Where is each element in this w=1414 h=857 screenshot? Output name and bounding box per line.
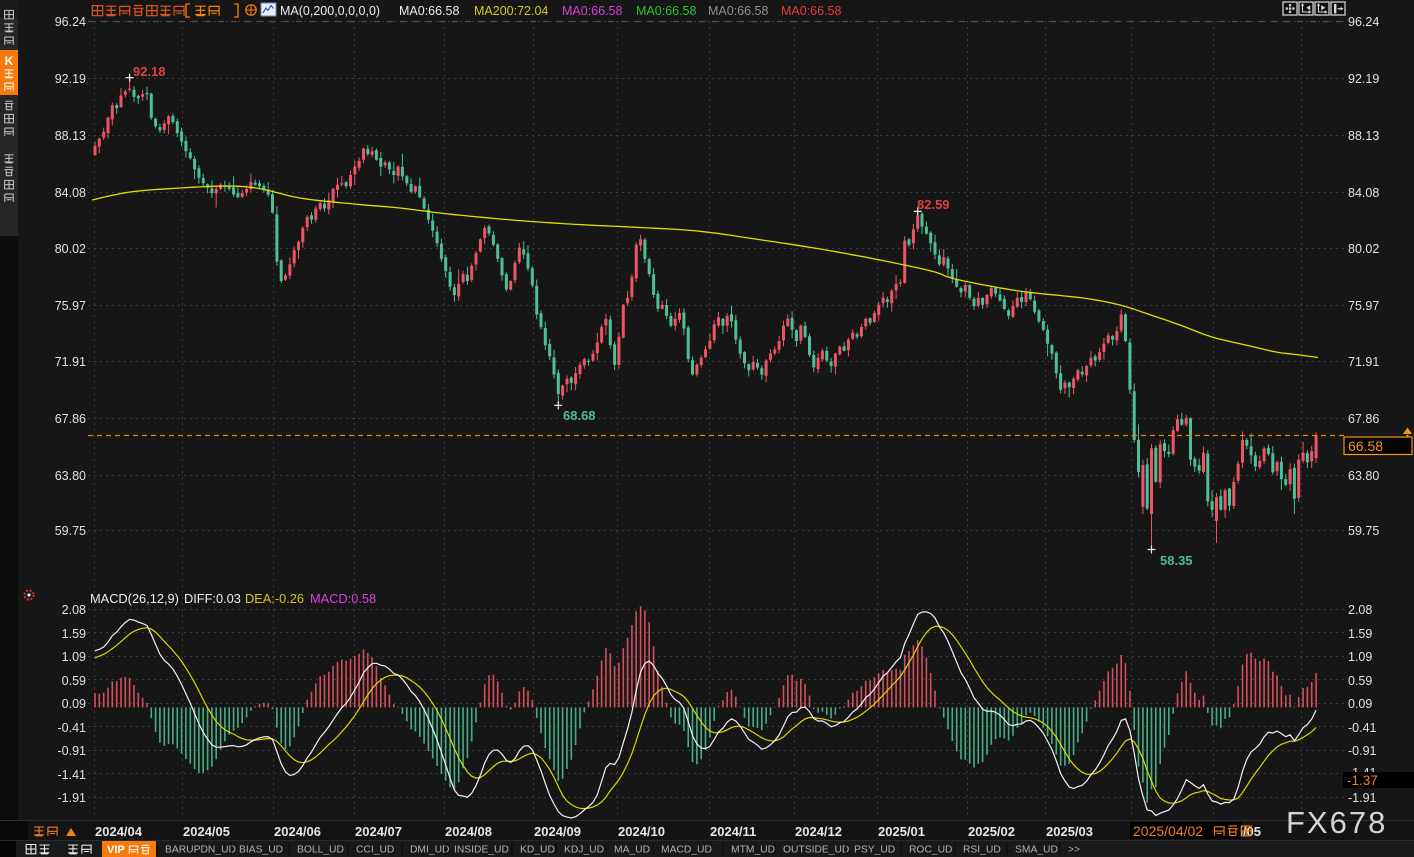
svg-text:MA0:66.58: MA0:66.58 [636, 4, 697, 18]
svg-text:96.24: 96.24 [55, 15, 86, 29]
svg-text:2025/04/02: 2025/04/02 [1133, 823, 1203, 839]
svg-text:MACD_UD: MACD_UD [661, 845, 712, 856]
svg-text:84.08: 84.08 [55, 186, 86, 200]
svg-text:VIP: VIP [107, 844, 125, 856]
svg-text:2024/08: 2024/08 [445, 824, 492, 839]
svg-text:82.59: 82.59 [917, 197, 950, 212]
svg-text:71.91: 71.91 [1348, 355, 1379, 369]
svg-text:63.80: 63.80 [1348, 469, 1379, 483]
svg-text:92.19: 92.19 [1348, 72, 1379, 86]
svg-text:0.59: 0.59 [1348, 674, 1372, 688]
svg-text:2025/03: 2025/03 [1046, 824, 1093, 839]
svg-text:INSIDE_UD: INSIDE_UD [454, 845, 509, 856]
svg-text:84.08: 84.08 [1348, 186, 1379, 200]
svg-text:59.75: 59.75 [55, 524, 86, 538]
svg-text:67.86: 67.86 [1348, 412, 1379, 426]
svg-text:MA(0,200,0,0,0,0): MA(0,200,0,0,0,0) [280, 4, 380, 18]
svg-text:71.91: 71.91 [55, 355, 86, 369]
svg-text:SMA_UD: SMA_UD [1015, 845, 1058, 856]
svg-text:K: K [5, 54, 14, 68]
svg-text:63.80: 63.80 [55, 469, 86, 483]
svg-text:KDJ_UD: KDJ_UD [564, 845, 604, 856]
svg-text:MA0:66.58: MA0:66.58 [399, 4, 460, 18]
svg-text:2.08: 2.08 [62, 603, 86, 617]
svg-text:1.59: 1.59 [62, 627, 86, 641]
svg-text:MA0:66.58: MA0:66.58 [708, 4, 769, 18]
svg-text:2025/02: 2025/02 [968, 824, 1015, 839]
svg-text:MA0:66.58: MA0:66.58 [562, 4, 623, 18]
svg-text:80.02: 80.02 [55, 242, 86, 256]
svg-text:96.24: 96.24 [1348, 15, 1379, 29]
svg-text:0.09: 0.09 [1348, 697, 1372, 711]
svg-text:DEA:-0.26: DEA:-0.26 [245, 591, 304, 606]
svg-text:1.09: 1.09 [62, 650, 86, 664]
svg-text:0.59: 0.59 [62, 674, 86, 688]
svg-text:2024/07: 2024/07 [355, 824, 402, 839]
svg-text:PSY_UD: PSY_UD [854, 845, 895, 856]
svg-text:2.08: 2.08 [1348, 603, 1372, 617]
svg-text:>>: >> [1068, 845, 1080, 856]
svg-text:DMI_UD: DMI_UD [410, 845, 449, 856]
svg-text:75.97: 75.97 [55, 299, 86, 313]
svg-text:75.97: 75.97 [1348, 299, 1379, 313]
svg-text:1.09: 1.09 [1348, 650, 1372, 664]
svg-text:MA0:66.58: MA0:66.58 [781, 4, 842, 18]
svg-text:MACD:0.58: MACD:0.58 [310, 591, 376, 606]
svg-text:MACD(26,12,9): MACD(26,12,9) [90, 591, 179, 606]
svg-text:-0.91: -0.91 [58, 744, 87, 758]
svg-text:-0.91: -0.91 [1348, 744, 1377, 758]
svg-text:-0.41: -0.41 [58, 721, 87, 735]
svg-text:MA200:72.04: MA200:72.04 [474, 4, 548, 18]
svg-text:88.13: 88.13 [1348, 129, 1379, 143]
svg-text:OUTSIDE_UD: OUTSIDE_UD [783, 845, 849, 856]
svg-text:2024/06: 2024/06 [274, 824, 321, 839]
svg-text:CCI_UD: CCI_UD [356, 845, 394, 856]
svg-text:66.58: 66.58 [1348, 438, 1383, 454]
svg-text:92.18: 92.18 [133, 64, 166, 79]
svg-text:92.19: 92.19 [55, 72, 86, 86]
svg-text:BOLL_UD: BOLL_UD [297, 845, 344, 856]
svg-text:MA_UD: MA_UD [614, 845, 650, 856]
svg-text:DIFF:0.03: DIFF:0.03 [184, 591, 241, 606]
svg-text:-1.37: -1.37 [1347, 773, 1378, 788]
svg-text:-1.41: -1.41 [58, 768, 87, 782]
svg-text:80.02: 80.02 [1348, 242, 1379, 256]
svg-text:RSI_UD: RSI_UD [963, 845, 1001, 856]
svg-text:BARUPDN_UD: BARUPDN_UD [165, 845, 236, 856]
svg-text:MTM_UD: MTM_UD [731, 845, 775, 856]
svg-text:-1.91: -1.91 [58, 791, 87, 805]
svg-text:2024/04: 2024/04 [95, 824, 143, 839]
svg-text:2024/11: 2024/11 [710, 824, 756, 839]
svg-text:-1.91: -1.91 [1348, 791, 1377, 805]
svg-text:68.68: 68.68 [563, 408, 596, 423]
svg-text:KD_UD: KD_UD [520, 845, 555, 856]
svg-text:-0.41: -0.41 [1348, 721, 1377, 735]
svg-text:2024/05: 2024/05 [183, 824, 230, 839]
svg-text:2025/01: 2025/01 [878, 824, 925, 839]
svg-text:2024/10: 2024/10 [618, 824, 665, 839]
svg-text:0.09: 0.09 [62, 697, 86, 711]
svg-text:ROC_UD: ROC_UD [909, 845, 952, 856]
svg-text:2024/09: 2024/09 [534, 824, 581, 839]
svg-text:2024/12: 2024/12 [795, 824, 842, 839]
svg-text:67.86: 67.86 [55, 412, 86, 426]
svg-text:BIAS_UD: BIAS_UD [239, 845, 283, 856]
svg-text:FX678: FX678 [1286, 805, 1387, 840]
svg-text:1.59: 1.59 [1348, 627, 1372, 641]
svg-text:58.35: 58.35 [1160, 553, 1193, 568]
svg-text:88.13: 88.13 [55, 129, 86, 143]
svg-text:59.75: 59.75 [1348, 524, 1379, 538]
